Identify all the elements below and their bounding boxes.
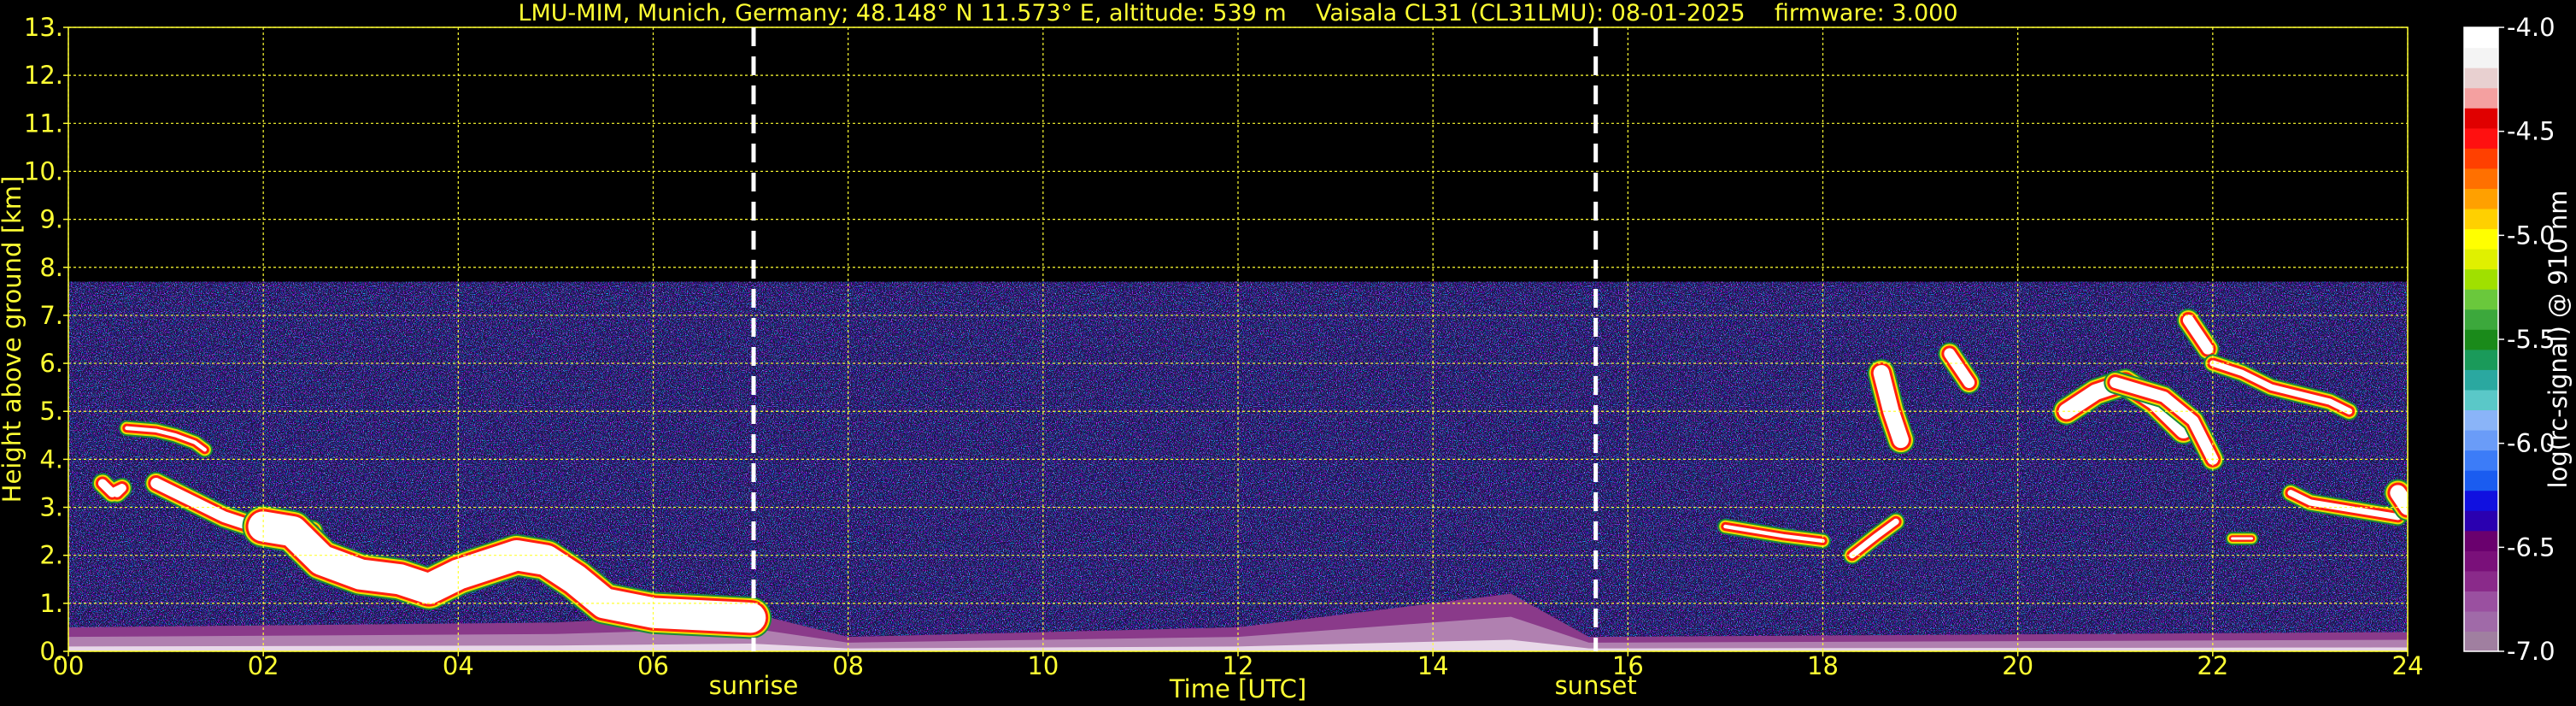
y-tick-label: 2. [39,541,63,570]
event-label-sunrise: sunrise [709,671,799,700]
colorbar-segment [2464,429,2498,451]
y-tick-label: 12. [24,61,63,90]
colorbar-segment [2464,369,2498,391]
colorbar-segment [2464,470,2498,491]
colorbar-tick-label: -7.0 [2507,637,2555,666]
colorbar-segment [2464,188,2498,209]
y-tick-label: 4. [39,444,63,474]
colorbar-segment [2464,591,2498,612]
colorbar-segment [2464,610,2498,632]
cloud-layer-7 [1867,359,1916,455]
colorbar-segment [2464,409,2498,431]
colorbar-segment [2464,530,2498,551]
colorbar-segment [2464,389,2498,411]
x-tick-label: 10 [1027,651,1059,680]
cloud-layer-1 [91,473,132,503]
colorbar-segment [2464,510,2498,532]
colorbar-segment [2464,249,2498,270]
x-tick-label: 16 [1612,651,1644,680]
y-tick-label: 5. [39,397,63,426]
colorbar-segment [2464,289,2498,310]
cloud-layer-15 [2384,479,2408,521]
x-tick-label: 14 [1417,651,1449,680]
x-tick-label: 04 [443,651,474,680]
y-tick-label: 13. [24,13,63,42]
colorbar-tick-label: -4.0 [2507,13,2555,42]
x-tick-label: 24 [2392,651,2424,680]
y-tick-label: 1. [39,589,63,618]
colorbar-segment [2464,570,2498,591]
colorbar-segment [2464,148,2498,169]
colorbar-segment [2464,27,2498,49]
x-tick-label: 18 [1807,651,1839,680]
y-tick-label: 7. [39,301,63,330]
y-tick-label: 6. [39,349,63,378]
colorbar-segment [2464,309,2498,330]
colorbar-segment [2464,108,2498,129]
x-tick-label: 22 [2197,651,2228,680]
colorbar-segment [2464,550,2498,572]
colorbar-segment [2464,268,2498,290]
y-tick-label: 9. [39,205,63,234]
colorbar-segment [2464,208,2498,230]
y-tick-label: 10. [24,156,63,185]
colorbar-segment [2464,127,2498,149]
colorbar-label: log(rc-signal) @ 910 nm [2544,191,2573,489]
colorbar-segment [2464,168,2498,189]
chart-title: LMU-MIM, Munich, Germany; 48.148° N 11.5… [518,0,1957,26]
colorbar-segment [2464,329,2498,350]
ceilometer-chart: LMU-MIM, Munich, Germany; 48.148° N 11.5… [0,0,2576,706]
colorbar-segment [2464,87,2498,109]
colorbar-tick-label: -6.5 [2507,532,2555,562]
colorbar-segment [2464,47,2498,68]
colorbar-segment [2464,68,2498,89]
y-axis-label: Height above ground [km] [0,176,26,503]
x-axis-label: Time [UTC] [1169,674,1306,703]
y-tick-label: 8. [39,253,63,282]
colorbar-segment [2464,450,2498,471]
colorbar-segment [2464,228,2498,250]
y-tick-label: 3. [39,493,63,522]
x-tick-label: 08 [832,651,864,680]
cloud-layer-8 [1938,342,1981,394]
colorbar-segment [2464,631,2498,652]
cloud-layer-11 [2176,309,2220,361]
colorbar-segment [2464,349,2498,370]
colorbar-tick-label: -4.5 [2507,117,2555,146]
y-tick-label: 11. [24,109,63,138]
x-tick-label: 20 [2002,651,2033,680]
y-tick-label: 0. [39,637,63,666]
x-tick-label: 02 [248,651,279,680]
x-tick-label: 06 [637,651,669,680]
colorbar-segment [2464,490,2498,511]
